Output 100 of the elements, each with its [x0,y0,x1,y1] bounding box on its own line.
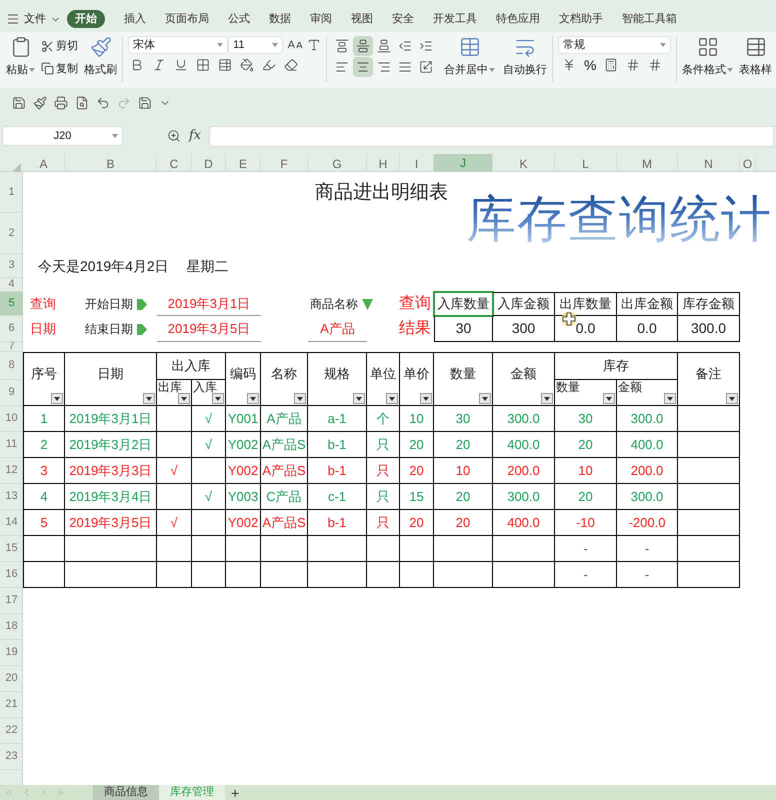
percent-button[interactable]: % [584,58,596,72]
filter-dropdown-button[interactable] [51,393,63,404]
filter-dropdown-button[interactable] [603,393,615,404]
scissors-icon [41,40,54,53]
row-header[interactable]: 1 [0,172,23,213]
column-header-label: 规格 [324,365,350,384]
copy-button[interactable]: 复制 [41,60,78,77]
zoom-icon[interactable] [167,129,181,143]
sheet-tab[interactable]: 商品信息 [93,785,159,800]
ribbon-tab[interactable]: 智能工具箱 [622,10,677,28]
row-header[interactable]: 15 [0,536,23,562]
paste-button[interactable]: 粘贴 [4,36,38,78]
table-style-button[interactable]: 表格样 [739,36,772,78]
formula-input[interactable] [209,126,774,146]
row-header[interactable]: 21 [0,692,23,718]
row-header[interactable]: 6 [0,316,23,342]
filter-dropdown-button[interactable] [247,393,259,404]
filter-dropdown-button[interactable] [178,393,190,404]
row-header[interactable]: 20 [0,666,23,692]
undo-icon[interactable] [96,96,110,110]
name-box[interactable]: J20 [2,126,123,146]
ribbon-tab[interactable]: 页面布局 [165,10,209,28]
filter-dropdown-button[interactable] [294,393,306,404]
filter-dropdown-button[interactable] [726,393,738,404]
row-header[interactable]: 10 [0,406,23,432]
italic-icon[interactable] [152,58,166,72]
column-header-label: 数量 [450,365,476,384]
borders-icon[interactable] [196,58,210,72]
row-header[interactable]: 5 [0,292,23,316]
align-right-icon [377,60,392,74]
ribbon-tab[interactable]: 插入 [124,10,146,28]
align-center-button[interactable] [353,57,374,77]
add-sheet-button[interactable]: + [231,786,240,800]
table-cell: 20 [400,458,434,484]
row-header[interactable]: 2 [0,213,23,254]
row-header[interactable]: 14 [0,510,23,536]
eraser-icon[interactable] [284,58,298,72]
file-menu[interactable]: 文件 [24,10,46,28]
row-header[interactable]: 18 [0,614,23,640]
sheet-tab[interactable]: 库存管理 [159,785,225,800]
cut-button[interactable]: 剪切 [41,38,78,54]
row-header[interactable]: 17 [0,588,23,614]
row-header[interactable]: 9 [0,380,23,406]
underline-icon[interactable] [174,58,188,72]
ribbon-tab[interactable]: 公式 [228,10,250,28]
row-header[interactable]: 19 [0,640,23,666]
filter-dropdown-button[interactable] [353,393,365,404]
ribbon-tab[interactable]: 数据 [269,10,291,28]
end-date-field: 2019年3月5日 [157,316,261,342]
cell-style-icon[interactable] [218,58,232,72]
font-select[interactable]: 宋体 [128,36,228,54]
ribbon-tab[interactable]: 开发工具 [433,10,477,28]
table-cell: 300.0 [617,484,678,510]
table-cell: √ [157,458,192,484]
filter-dropdown-button[interactable] [420,393,432,404]
query-result-label: 结果 [399,318,431,339]
print-preview-icon[interactable] [75,96,89,110]
filter-dropdown-button[interactable] [212,393,224,404]
row-header[interactable]: 16 [0,562,23,588]
row-header[interactable]: 11 [0,432,23,458]
table-cell: 2019年3月3日 [65,458,157,484]
table-cell: 400.0 [493,432,555,458]
ribbon-tab[interactable]: 文档助手 [559,10,603,28]
ribbon-tab[interactable]: 审阅 [310,10,332,28]
table-cell: 2019年3月4日 [65,484,157,510]
column-header[interactable]: J [434,154,493,174]
ribbon-tab[interactable]: 开始 [67,10,105,28]
row-header[interactable]: 22 [0,718,23,744]
font-size-select[interactable]: 11 [228,36,284,54]
fill-color-icon[interactable] [240,58,254,72]
ribbon-tab[interactable]: 视图 [351,10,373,28]
table-cell: 200.0 [617,458,678,484]
filter-dropdown-button[interactable] [143,393,155,404]
wrap-text-button[interactable]: 自动换行 [503,36,548,78]
row-header[interactable]: 8 [0,352,23,380]
filter-dropdown-button[interactable] [386,393,398,404]
row-header[interactable]: 12 [0,458,23,484]
save-as-icon[interactable] [138,96,152,110]
summary-value-cell: 300.0 [678,316,740,342]
row-header[interactable]: 3 [0,254,23,278]
ribbon-tab[interactable]: 安全 [392,10,414,28]
print-icon[interactable] [54,96,68,110]
number-format-select[interactable]: 常规 [558,36,672,54]
conditional-format-button[interactable]: 条件格式 [682,36,733,78]
merge-center-button[interactable]: 合并居中 [444,36,496,78]
indent-decrease-icon[interactable] [398,39,412,53]
row-header[interactable]: 13 [0,484,23,510]
filter-dropdown-button[interactable] [664,393,676,404]
bold-icon[interactable] [130,58,144,72]
align-middle-button[interactable] [353,36,374,56]
menu-icon[interactable] [6,12,20,26]
brush-icon[interactable] [33,96,47,110]
ribbon-tab[interactable]: 特色应用 [496,10,540,28]
format-painter-button[interactable]: 格式刷 [84,36,118,78]
filter-dropdown-button[interactable] [541,393,553,404]
filter-dropdown-button[interactable] [479,393,491,404]
indent-increase-icon[interactable] [419,39,434,53]
table-cell: √ [192,484,226,510]
save-icon[interactable] [12,96,26,110]
justify-icon[interactable] [398,60,412,74]
